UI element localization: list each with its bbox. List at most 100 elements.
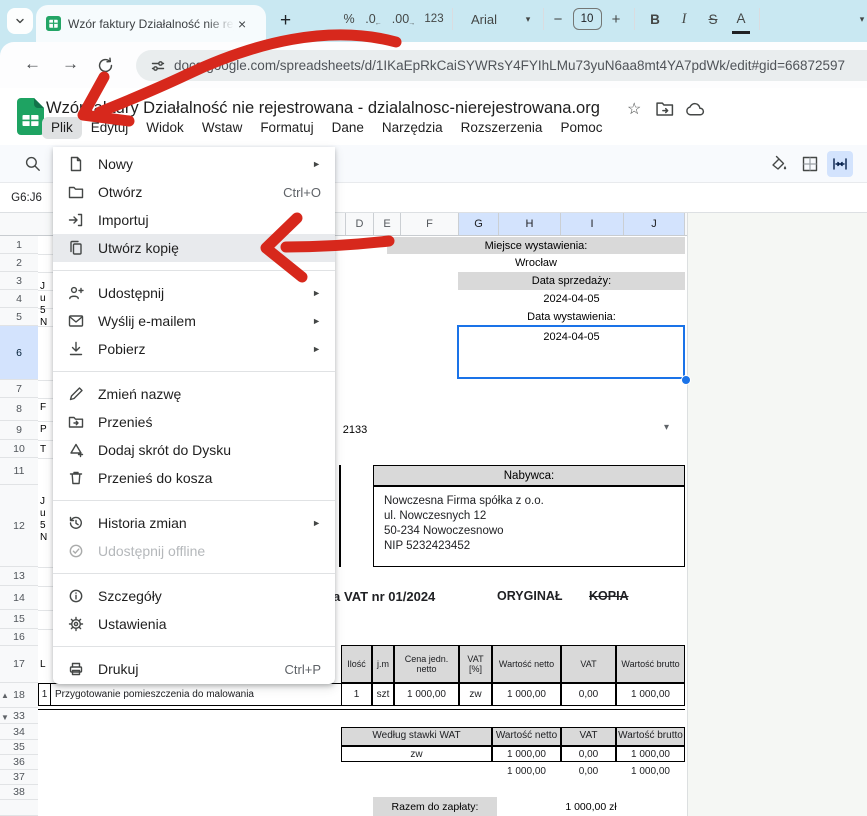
- column-header-i[interactable]: I: [560, 213, 623, 235]
- item-vat[interactable]: 0,00: [561, 683, 616, 706]
- items-header-jm[interactable]: j.m: [372, 645, 394, 683]
- row-header-5[interactable]: 5: [0, 308, 38, 326]
- total-brutto[interactable]: 1 000,00: [616, 763, 685, 779]
- column-header-f[interactable]: F: [400, 213, 458, 235]
- razem-label-cell[interactable]: Razem do zapłaty:: [373, 797, 497, 816]
- menu-rozszerzenia[interactable]: Rozszerzenia: [452, 117, 552, 139]
- invoice-title[interactable]: VAT nr 01/2024: [344, 589, 435, 604]
- cloud-status-icon[interactable]: [685, 101, 706, 117]
- kopia-label[interactable]: KOPIA: [589, 589, 629, 603]
- nabywca-info-cell[interactable]: Nowczesna Firma spółka z o.o. ul. Nowcze…: [373, 486, 685, 567]
- row-header-12[interactable]: 12: [0, 485, 38, 567]
- summary-header-netto[interactable]: Wartość netto: [492, 727, 561, 746]
- menu-item-przenies[interactable]: Przenieś: [53, 408, 335, 436]
- menu-item-zmien-nazwe[interactable]: Zmień nazwę: [53, 380, 335, 408]
- group-collapse-down-icon[interactable]: ▼: [1, 713, 9, 722]
- items-header-vat[interactable]: VAT: [561, 645, 616, 683]
- menu-item-nowy[interactable]: Nowy ►: [53, 150, 335, 178]
- fill-handle[interactable]: [681, 375, 691, 385]
- document-title[interactable]: Wzór faktury Działalność nie rejestrowan…: [46, 99, 600, 118]
- menu-item-ustawienia[interactable]: Ustawienia: [53, 610, 335, 638]
- group-collapse-up-icon[interactable]: ▲: [1, 691, 9, 700]
- row-header-34[interactable]: 34: [0, 724, 38, 740]
- back-icon[interactable]: ←: [24, 54, 41, 74]
- menu-item-pobierz[interactable]: Pobierz ►: [53, 335, 335, 363]
- row-header-1[interactable]: 1: [0, 236, 38, 254]
- column-header-g[interactable]: G: [458, 213, 498, 235]
- more-formats-button[interactable]: 123: [422, 0, 446, 38]
- fill-color-icon[interactable]: [770, 155, 788, 173]
- menu-item-otworz[interactable]: Otwórz Ctrl+O: [53, 178, 335, 206]
- browser-tab[interactable]: Wzór faktury Działalność nie rej ×: [36, 5, 266, 42]
- row-header-15[interactable]: 15: [0, 610, 38, 629]
- item-wartosc-brutto[interactable]: 1 000,00: [616, 683, 685, 706]
- column-header-d[interactable]: D: [345, 213, 373, 235]
- row-header-8[interactable]: 8: [0, 398, 38, 421]
- menu-item-szczegoly[interactable]: Szczegóły: [53, 582, 335, 610]
- row-header-17[interactable]: 17: [0, 646, 38, 683]
- text-color-button[interactable]: A: [732, 5, 750, 34]
- font-size-input[interactable]: 10: [572, 0, 602, 38]
- borders-icon[interactable]: [801, 155, 819, 173]
- invoice-items-table[interactable]: Ilość j.m Cena jedn. netto VAT [%] Warto…: [341, 645, 685, 706]
- menu-narzedzia[interactable]: Narzędzia: [373, 117, 452, 139]
- menu-item-dodaj-skrot[interactable]: Dodaj skrót do Dysku: [53, 436, 335, 464]
- row-header-38[interactable]: 38: [0, 785, 38, 800]
- vat-summary-table[interactable]: Według stawki WAT Wartość netto VAT Wart…: [341, 727, 685, 762]
- percent-format-button[interactable]: %: [340, 0, 358, 38]
- close-tab-icon[interactable]: ×: [238, 16, 246, 32]
- row-header-7[interactable]: 7: [0, 380, 38, 398]
- star-icon[interactable]: ☆: [627, 99, 641, 119]
- merge-cells-button[interactable]: [827, 151, 853, 177]
- menu-dane[interactable]: Dane: [323, 117, 373, 139]
- row-header-10[interactable]: 10: [0, 440, 38, 458]
- payment-text-sliver-2[interactable]: P: [40, 424, 47, 436]
- menu-plik[interactable]: Plik: [42, 117, 82, 139]
- summary-header-brutto[interactable]: Wartość brutto: [616, 727, 685, 746]
- item-description-cell[interactable]: Przygotowanie pomieszczenia do malowania: [50, 683, 342, 706]
- item-jm[interactable]: szt: [372, 683, 394, 706]
- strikethrough-button[interactable]: S: [704, 0, 722, 38]
- item-vat-proc[interactable]: zw: [459, 683, 492, 706]
- bold-button[interactable]: B: [646, 0, 664, 38]
- row-header-39[interactable]: [0, 800, 38, 816]
- items-header-ilosc[interactable]: Ilość: [341, 645, 372, 683]
- increase-font-button[interactable]: +: [608, 0, 624, 38]
- row-header-3[interactable]: 3: [0, 272, 38, 290]
- column-header-j[interactable]: J: [623, 213, 685, 235]
- menu-formatuj[interactable]: Formatuj: [251, 117, 322, 139]
- item-cena[interactable]: 1 000,00: [394, 683, 459, 706]
- items-header-cena[interactable]: Cena jedn. netto: [394, 645, 459, 683]
- decrease-decimal-icon[interactable]: .0←: [362, 0, 386, 38]
- row-header-11[interactable]: 11: [0, 458, 38, 485]
- row-header-14[interactable]: 14: [0, 586, 38, 610]
- row-header-37[interactable]: 37: [0, 770, 38, 785]
- row-header-4[interactable]: 4: [0, 290, 38, 308]
- menu-edytuj[interactable]: Edytuj: [82, 117, 138, 139]
- merge-chevron-icon[interactable]: ▾: [856, 0, 867, 38]
- summary-header-stawka[interactable]: Według stawki WAT: [341, 727, 492, 746]
- lp-header-sliver[interactable]: L: [40, 659, 46, 671]
- total-netto[interactable]: 1 000,00: [492, 763, 561, 779]
- summary-stawka[interactable]: zw: [341, 746, 492, 762]
- row-header-35[interactable]: 35: [0, 740, 38, 755]
- vat-totals-row[interactable]: 1 000,00 0,00 1 000,00: [341, 763, 685, 779]
- font-chevron-icon[interactable]: ▾: [522, 0, 534, 38]
- payment-text-sliver-1[interactable]: F: [40, 402, 46, 414]
- row-header-36[interactable]: 36: [0, 755, 38, 770]
- row-header-16[interactable]: 16: [0, 629, 38, 646]
- name-box[interactable]: G6:J6: [0, 183, 53, 213]
- menu-item-udostepnij-offline[interactable]: Udostępnij offline: [53, 537, 335, 565]
- forward-icon[interactable]: →: [62, 54, 79, 74]
- search-icon[interactable]: [24, 155, 42, 173]
- cell-data-sprzedazy-value[interactable]: 2024-04-05: [458, 290, 685, 308]
- summary-netto[interactable]: 1 000,00: [492, 746, 561, 762]
- menu-wstaw[interactable]: Wstaw: [193, 117, 252, 139]
- seller-text-sliver[interactable]: Ju 5N: [40, 281, 47, 329]
- new-tab-button[interactable]: +: [280, 10, 291, 32]
- column-header-e[interactable]: E: [373, 213, 400, 235]
- menu-item-przenies-do-kosza[interactable]: Przenieś do kosza: [53, 464, 335, 492]
- cell-data-wystawienia-label[interactable]: Data wystawienia:: [458, 308, 685, 326]
- items-header-vat-proc[interactable]: VAT [%]: [459, 645, 492, 683]
- menu-item-wyslij-emailem[interactable]: Wyślij e-mailem ►: [53, 307, 335, 335]
